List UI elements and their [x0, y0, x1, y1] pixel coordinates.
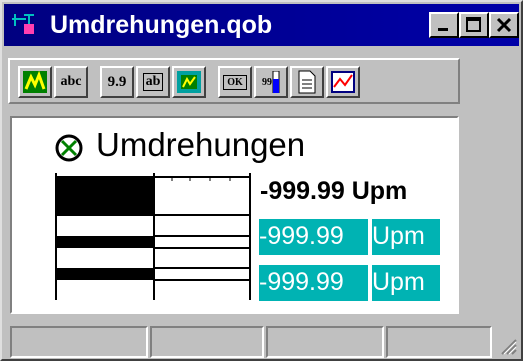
number-format-button[interactable]: 9.9	[100, 66, 134, 98]
trend-chart-icon	[331, 71, 355, 93]
close-button[interactable]	[489, 12, 519, 38]
text-abc-button[interactable]: abc	[54, 66, 88, 98]
status-pane-2	[150, 326, 264, 358]
document-button[interactable]	[290, 66, 324, 98]
title-bar[interactable]: Umdrehungen.qob	[4, 4, 519, 46]
gauge-title: Umdrehungen	[96, 126, 306, 163]
bar-2	[56, 236, 154, 248]
trend-chart-button[interactable]	[326, 66, 360, 98]
application-window: Umdrehungen.qob abc 9.9 ab OK 99 Umdrehu…	[0, 0, 523, 361]
picture-button[interactable]	[172, 66, 206, 98]
bar-3	[56, 268, 154, 280]
bar-1	[56, 177, 154, 215]
text-ab-button[interactable]: ab	[136, 66, 170, 98]
unit-text-1: Upm	[372, 222, 425, 250]
close-icon	[496, 17, 512, 33]
status-pane-4	[386, 326, 492, 358]
value-field-1[interactable]: -999.99	[259, 219, 368, 255]
value-text-1: -999.99	[259, 222, 344, 250]
unit-text-2: Upm	[372, 268, 425, 296]
ok-button-tool[interactable]: OK	[218, 66, 252, 98]
maximize-button[interactable]	[459, 12, 489, 38]
toolbar: abc 9.9 ab OK 99	[8, 58, 460, 104]
maximize-icon	[466, 17, 481, 32]
side-area	[462, 114, 519, 314]
picture-icon	[177, 71, 201, 93]
unit-field-2[interactable]: Upm	[372, 265, 440, 301]
minimize-button[interactable]	[429, 12, 459, 38]
status-pane-3	[266, 326, 384, 358]
plant-picture-icon	[23, 71, 47, 93]
app-icon	[12, 14, 34, 34]
window-title: Umdrehungen.qob	[50, 11, 273, 39]
bar-graph	[55, 173, 251, 300]
unit-field-1[interactable]: Upm	[372, 219, 440, 255]
value-readout: -999.99 Upm	[260, 177, 408, 205]
resize-grip-icon[interactable]	[498, 332, 518, 356]
bar-indicator-button[interactable]: 99	[254, 66, 288, 98]
value-text-2: -999.99	[259, 268, 344, 296]
status-bar	[6, 322, 521, 360]
value-field-2[interactable]: -999.99	[259, 265, 368, 301]
bar-indicator-icon	[272, 71, 280, 93]
document-icon	[298, 70, 316, 94]
plant-picture-button[interactable]	[18, 66, 52, 98]
ok-button-icon: OK	[223, 74, 247, 90]
minimize-icon	[438, 28, 448, 31]
circle-x-icon	[55, 134, 83, 162]
status-pane-1	[10, 326, 148, 358]
